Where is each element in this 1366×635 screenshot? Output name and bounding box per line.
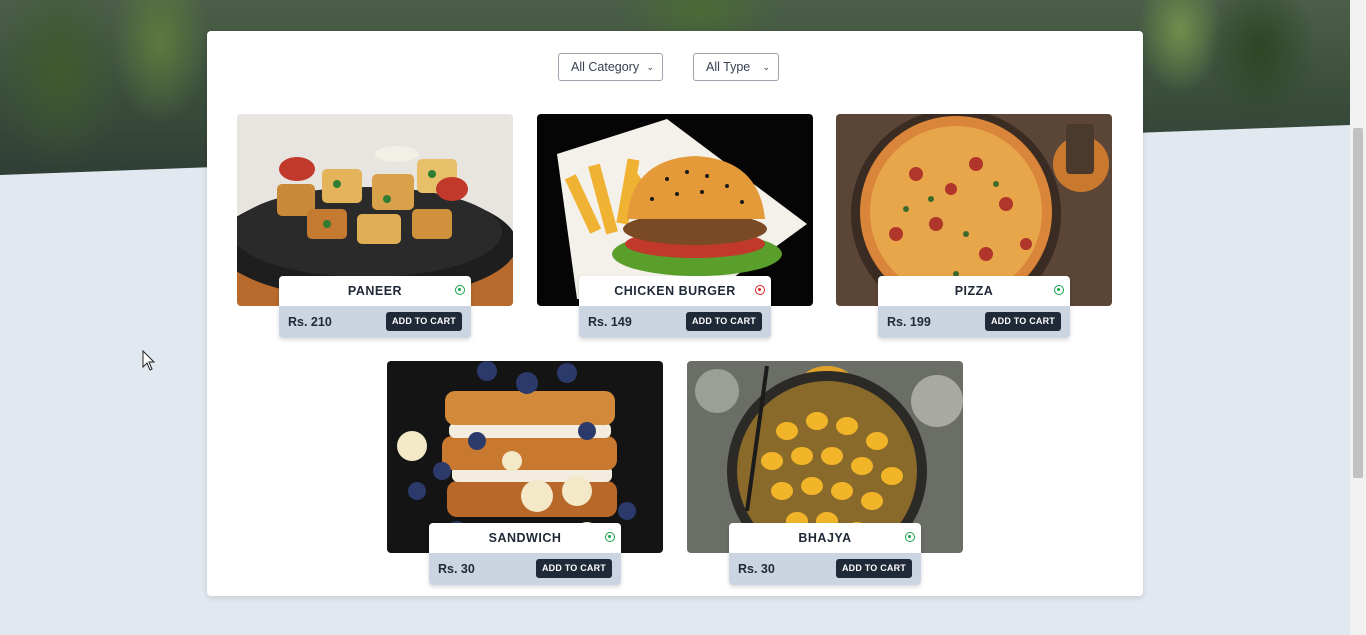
add-to-cart-button[interactable]: ADD TO CART [535,559,612,578]
product-price: Rs. 30 [738,562,775,576]
chevron-down-icon: ⌄ [646,62,654,72]
chevron-down-icon: ⌄ [762,62,770,72]
product-price: Rs. 199 [887,315,931,329]
veg-indicator-icon [455,285,465,295]
product-info: PANEER Rs. 210 ADD TO CART [279,276,471,338]
product-price: Rs. 210 [288,315,332,329]
product-info: CHICKEN BURGER Rs. 149 ADD TO CART [579,276,771,338]
add-to-cart-button[interactable]: ADD TO CART [685,312,762,331]
product-card: CHICKEN BURGER Rs. 149 ADD TO CART [537,114,813,338]
type-filter-select[interactable]: All Type ⌄ [693,53,779,81]
category-filter-select[interactable]: All Category ⌄ [558,53,663,81]
product-card: PIZZA Rs. 199 ADD TO CART [836,114,1112,338]
non-veg-indicator-icon [755,285,765,295]
veg-indicator-icon [905,532,915,542]
add-to-cart-button[interactable]: ADD TO CART [984,312,1061,331]
add-to-cart-button[interactable]: ADD TO CART [385,312,462,331]
product-card: SANDWICH Rs. 30 ADD TO CART [387,361,663,585]
product-info: BHAJYA Rs. 30 ADD TO CART [729,523,921,585]
product-card: BHAJYA Rs. 30 ADD TO CART [687,361,963,585]
category-filter-value: All Category [571,60,640,74]
vertical-scrollbar[interactable] [1350,0,1366,635]
product-name: PANEER [347,284,403,298]
veg-indicator-icon [1054,285,1064,295]
product-info: PIZZA Rs. 199 ADD TO CART [878,276,1070,338]
mouse-pointer-icon [142,349,156,377]
add-to-cart-button[interactable]: ADD TO CART [835,559,912,578]
menu-panel: All Category ⌄ All Type ⌄ PANEER Rs. 210… [207,31,1143,596]
scrollbar-thumb[interactable] [1353,128,1363,478]
product-name: BHAJYA [798,531,852,545]
type-filter-value: All Type [706,60,751,74]
product-price: Rs. 149 [588,315,632,329]
product-price: Rs. 30 [438,562,475,576]
product-info: SANDWICH Rs. 30 ADD TO CART [429,523,621,585]
product-name: PIZZA [954,284,994,298]
veg-indicator-icon [605,532,615,542]
product-name: CHICKEN BURGER [614,284,736,298]
product-card: PANEER Rs. 210 ADD TO CART [237,114,513,338]
product-name: SANDWICH [488,531,562,545]
